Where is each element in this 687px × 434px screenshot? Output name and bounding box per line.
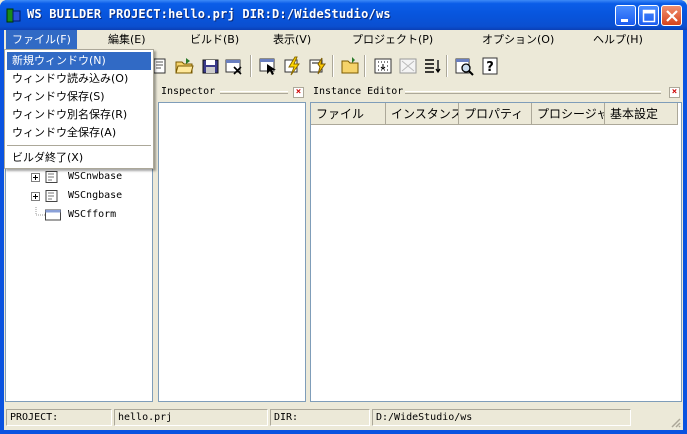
folder-icon[interactable] [340, 56, 360, 76]
menu-item-new-window[interactable]: 新規ウィンドウ(N) [7, 52, 151, 70]
preview-icon[interactable] [454, 56, 474, 76]
minimize-icon [621, 19, 628, 22]
menu-item-save-all-windows[interactable]: ウィンドウ全保存(A) [7, 124, 151, 142]
select-icon[interactable] [258, 56, 278, 76]
tree-node-label: WSCnwbase [68, 171, 123, 182]
menu-project[interactable]: プロジェクト(P) [346, 30, 439, 49]
toolbar-separator [364, 55, 366, 77]
menu-file[interactable]: ファイル(F) [6, 30, 77, 49]
expand-icon[interactable] [31, 192, 40, 201]
align-icon[interactable] [422, 56, 442, 76]
grid-icon[interactable] [373, 56, 393, 76]
status-dir-value: D:/WideStudio/ws [372, 409, 631, 426]
menu-bar: ファイル(F) 編集(E) ビルド(B) 表示(V) プロジェクト(P) オプシ… [4, 30, 683, 49]
grid-disabled-icon[interactable] [398, 56, 418, 76]
expand-icon[interactable] [31, 173, 40, 182]
window-title: WS BUILDER PROJECT:hello.prj DIR:D:/Wide… [27, 7, 391, 21]
menu-item-exit-builder[interactable]: ビルダ終了(X) [7, 149, 151, 167]
menu-options[interactable]: オプション(O) [476, 30, 560, 49]
menu-help[interactable]: ヘルプ(H) [587, 30, 649, 49]
toolbar-separator [332, 55, 334, 77]
tab-file[interactable]: ファイル [311, 103, 386, 125]
toolbar-separator [250, 55, 252, 77]
open-folder-icon[interactable] [174, 56, 194, 76]
menu-item-open-window[interactable]: ウィンドウ読み込み(O) [7, 70, 151, 88]
instance-editor-header[interactable]: Instance Editor × [310, 85, 682, 99]
app-icon [6, 8, 21, 23]
instance-editor-title: Instance Editor [313, 86, 404, 97]
inspector-title: Inspector [161, 86, 216, 97]
instance-editor-close-icon[interactable]: × [669, 87, 680, 98]
class-icon [45, 190, 58, 202]
file-menu-dropdown: 新規ウィンドウ(N) ウィンドウ読み込み(O) ウィンドウ保存(S) ウィンドウ… [4, 49, 154, 169]
tab-instance[interactable]: インスタンス [386, 103, 459, 125]
class-icon [45, 171, 58, 183]
menu-item-save-window[interactable]: ウィンドウ保存(S) [7, 88, 151, 106]
maximize-button[interactable] [638, 5, 659, 26]
title-bar[interactable]: WS BUILDER PROJECT:hello.prj DIR:D:/Wide… [0, 0, 687, 30]
resize-grip-icon[interactable] [669, 416, 681, 428]
svg-text:?: ? [486, 60, 494, 75]
form-icon [45, 209, 61, 221]
tab-basic-settings[interactable]: 基本設定 [605, 103, 678, 125]
tab-property[interactable]: プロパティ [459, 103, 532, 125]
menu-item-save-window-as[interactable]: ウィンドウ別名保存(R) [7, 106, 151, 124]
tree-node-label: WSCfform [68, 209, 117, 220]
menu-view[interactable]: 表示(V) [267, 30, 317, 49]
minimize-button[interactable] [615, 5, 636, 26]
close-window-icon[interactable] [224, 56, 244, 76]
tree-node[interactable]: WSCnwbase [31, 169, 151, 185]
run-icon[interactable] [308, 56, 328, 76]
tab-procedure[interactable]: プロシージャ [532, 103, 605, 125]
close-icon [666, 10, 678, 22]
client-area: ファイル(F) 編集(E) ビルド(B) 表示(V) プロジェクト(P) オプシ… [4, 30, 683, 430]
inspector-header[interactable]: Inspector × [158, 85, 306, 99]
help-icon[interactable]: ? [480, 56, 500, 76]
toolbar-separator [446, 55, 448, 77]
app-window: WS BUILDER PROJECT:hello.prj DIR:D:/Wide… [0, 0, 687, 434]
tree-node[interactable]: WSCngbase [31, 188, 151, 204]
tree-node[interactable]: WSCfform [31, 207, 151, 223]
instance-editor-grip[interactable] [405, 91, 661, 94]
status-project-value: hello.prj [114, 409, 268, 426]
status-project-label: PROJECT: [6, 409, 112, 426]
menu-build[interactable]: ビルド(B) [184, 30, 245, 49]
status-dir-label: DIR: [270, 409, 370, 426]
close-button[interactable] [661, 5, 682, 26]
build-icon[interactable] [283, 56, 303, 76]
maximize-icon [642, 9, 656, 23]
save-icon[interactable] [200, 56, 220, 76]
inspector-panel[interactable] [158, 102, 306, 402]
status-bar: PROJECT: hello.prj DIR: D:/WideStudio/ws [4, 406, 683, 430]
inspector-grip[interactable] [220, 91, 288, 94]
inspector-close-icon[interactable]: × [293, 87, 304, 98]
menu-separator [7, 145, 151, 147]
tree-node-label: WSCngbase [68, 190, 123, 201]
instance-editor-panel[interactable]: ファイル インスタンス プロパティ プロシージャ 基本設定 [310, 102, 682, 402]
menu-edit[interactable]: 編集(E) [102, 30, 152, 49]
